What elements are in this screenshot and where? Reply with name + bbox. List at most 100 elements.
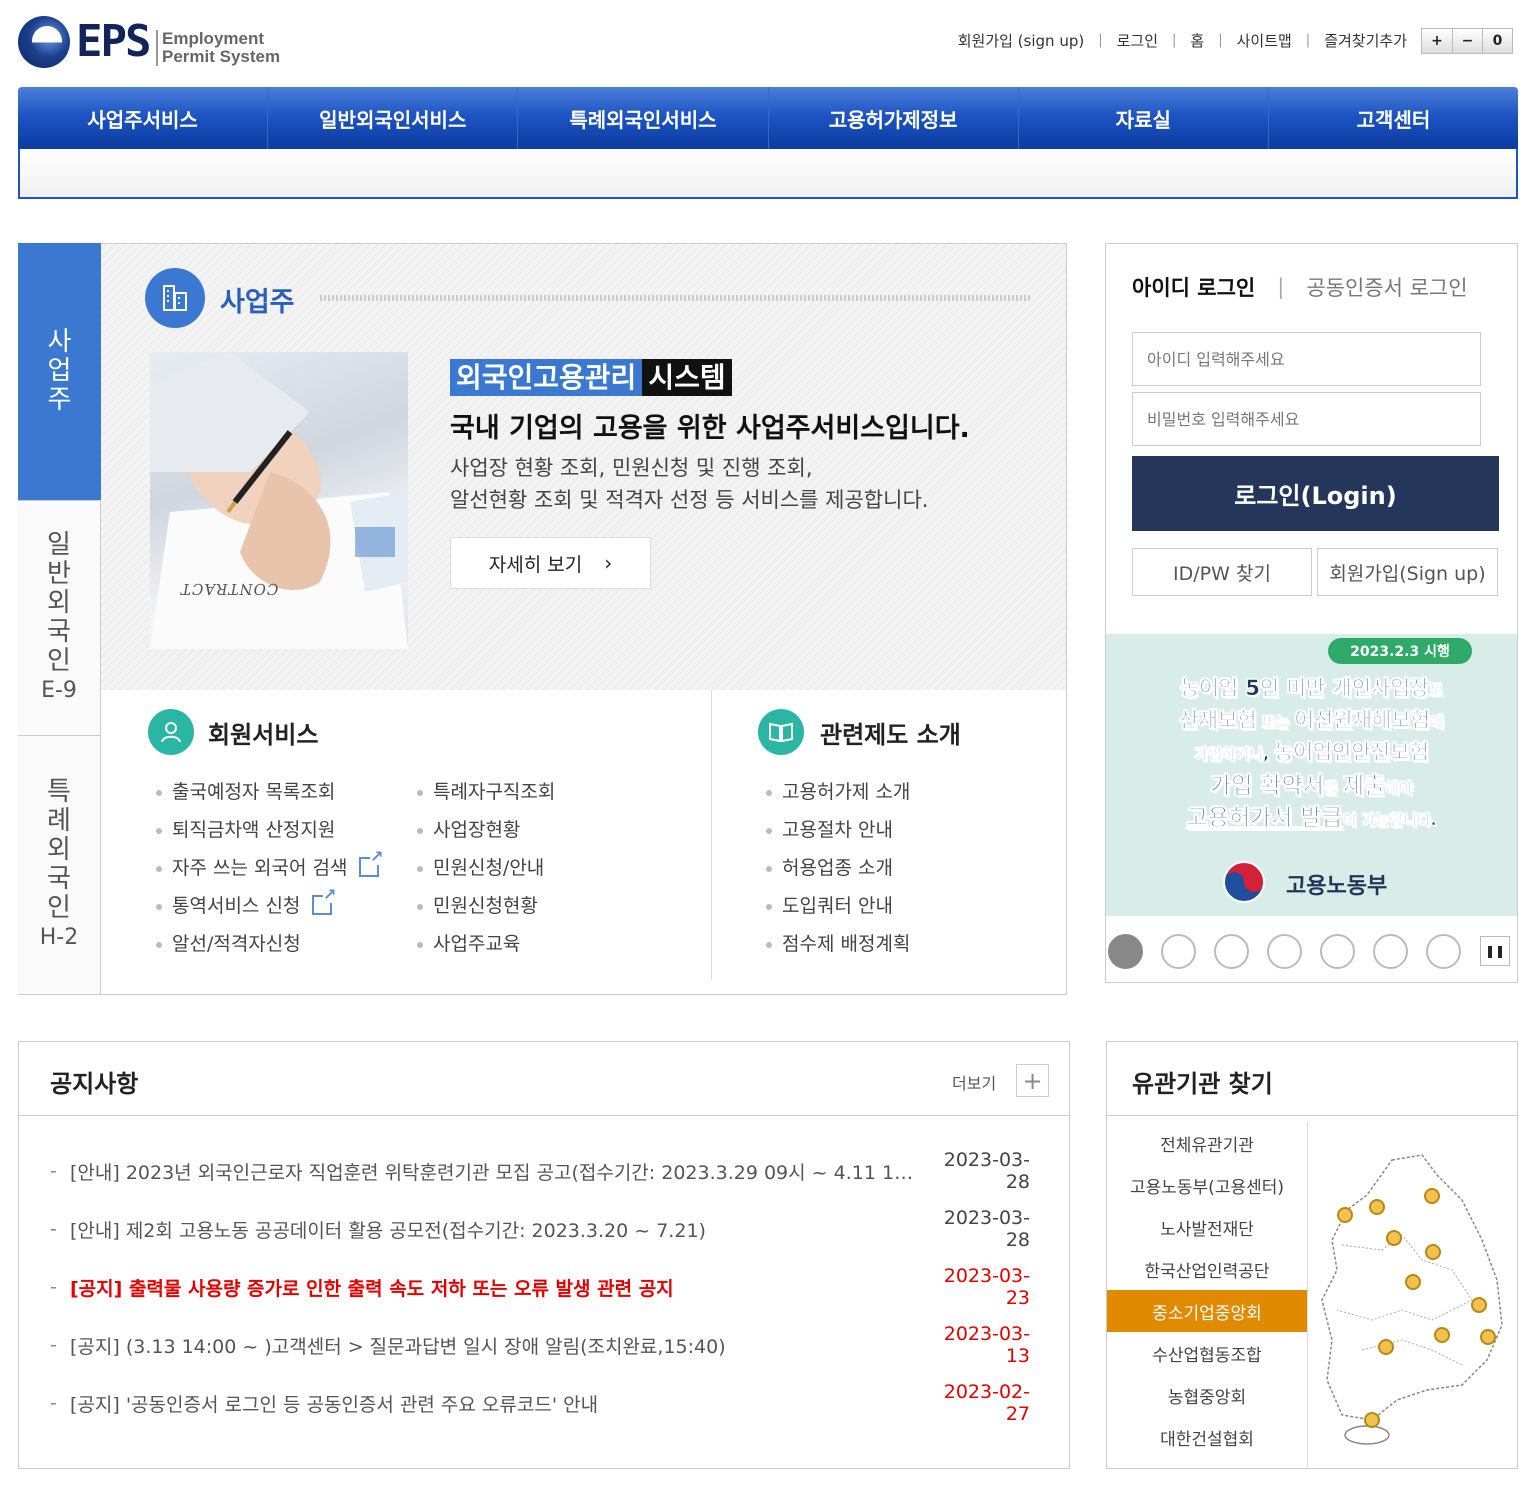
agency-item-selected[interactable]: 중소기업중앙회 xyxy=(1107,1290,1307,1332)
zoom-in-button[interactable]: + xyxy=(1422,29,1452,53)
agency-item[interactable]: 한국산업인력공단 xyxy=(1107,1248,1307,1290)
notice-title: 공지사항 xyxy=(50,1070,139,1098)
list-item[interactable]: 점수제 배정계획 xyxy=(766,925,910,963)
list-item[interactable]: 허용업종 소개 xyxy=(766,849,910,887)
agency-item[interactable]: 전체유관기관 xyxy=(1107,1122,1307,1164)
login-link[interactable]: 로그인 xyxy=(1117,30,1158,51)
side-tab-e9[interactable]: 일 반 외 국 인 E-9 xyxy=(18,501,101,736)
nav-library[interactable]: 자료실 xyxy=(1019,87,1269,149)
member-list-2: 특례자구직조회 사업장현황 민원신청/안내 민원신청현황 사업주교육 xyxy=(417,773,555,963)
list-item[interactable]: 민원신청현황 xyxy=(417,887,555,925)
notice-row[interactable]: - [공지] '공동인증서 로그인 등 공동인증서 관련 주요 오류코드' 안내 2… xyxy=(50,1381,1030,1425)
agency-item[interactable]: 노사발전재단 xyxy=(1107,1206,1307,1248)
eps-logo[interactable]: EPS Employment Permit System xyxy=(18,12,288,72)
agency-item[interactable]: 수산업협동조합 xyxy=(1107,1332,1307,1374)
user-icon xyxy=(148,709,194,755)
list-item[interactable]: 민원신청/안내 xyxy=(417,849,555,887)
sitemap-link[interactable]: 사이트맵 xyxy=(1237,30,1292,51)
logo-subtitle: Employment Permit System xyxy=(156,30,280,66)
side-tab-employer[interactable]: 사업주 xyxy=(18,243,101,501)
banner-line: 산재보험 또는 어선원재해보험에 xyxy=(1179,708,1444,733)
sub-nav-bar xyxy=(18,149,1518,199)
agency-title: 유관기관 찾기 xyxy=(1132,1070,1273,1098)
list-item[interactable]: 출국예정자 목록조회 xyxy=(156,773,379,811)
zoom-out-button[interactable]: − xyxy=(1452,29,1482,53)
banner-date-badge: 2023.2.3 시행 xyxy=(1328,638,1472,664)
logo-mark-icon xyxy=(18,16,70,68)
pager-dot[interactable] xyxy=(1426,934,1461,969)
ministry-emblem-icon xyxy=(1214,860,1274,904)
home-link[interactable]: 홈 xyxy=(1190,30,1204,51)
notice-row[interactable]: - [공지] (3.13 14:00 ~ )고객센터 > 질문과답변 일시 장애 … xyxy=(50,1323,1030,1367)
banner-pager xyxy=(1108,934,1479,969)
agency-item[interactable]: 농협중앙회 xyxy=(1107,1374,1307,1416)
agency-item[interactable]: 고용노동부(고용센터) xyxy=(1107,1164,1307,1206)
zoom-reset-button[interactable]: 0 xyxy=(1482,29,1512,53)
login-tabs: 아이디 로그인 | 공동인증서 로그인 xyxy=(1132,272,1468,302)
korea-map[interactable] xyxy=(1312,1150,1512,1450)
logo-text: EPS xyxy=(76,16,151,67)
list-item[interactable]: 특례자구직조회 xyxy=(417,773,555,811)
list-item[interactable]: 알선/적격자신청 xyxy=(156,925,379,963)
list-item[interactable]: 고용허가제 소개 xyxy=(766,773,910,811)
find-idpw-button[interactable]: ID/PW 찾기 xyxy=(1132,548,1312,596)
hero-subheading: 국내 기업의 고용을 위한 사업주서비스입니다. xyxy=(450,413,970,444)
pager-dot[interactable] xyxy=(1320,934,1355,969)
system-list: 고용허가제 소개 고용절차 안내 허용업종 소개 도입쿼터 안내 점수제 배정계… xyxy=(766,773,910,963)
id-input[interactable] xyxy=(1132,332,1481,386)
banner-line: 농어업 5인 미만 개인사업장도 xyxy=(1180,676,1443,701)
nav-general-foreigner[interactable]: 일반외국인서비스 xyxy=(268,87,519,149)
column-divider xyxy=(711,690,712,980)
system-intro-title: 관련제도 소개 xyxy=(820,721,961,749)
list-item[interactable]: 사업주교육 xyxy=(417,925,555,963)
photo-caption: CONTRACT xyxy=(178,580,281,598)
agency-list: 전체유관기관 고용노동부(고용센터) 노사발전재단 한국산업인력공단 중소기업중… xyxy=(1107,1122,1308,1468)
member-list-1: 출국예정자 목록조회 퇴직금차액 산정지원 자주 쓰는 외국어 검색 통역서비스… xyxy=(156,773,384,963)
book-icon xyxy=(758,709,804,755)
member-service-title: 회원서비스 xyxy=(208,721,319,749)
list-item[interactable]: 자주 쓰는 외국어 검색 xyxy=(156,849,384,887)
notice-header xyxy=(18,1041,1070,1116)
tab-cert-login[interactable]: 공동인증서 로그인 xyxy=(1306,272,1467,302)
banner-line: 가입 확약서를 제출해야 xyxy=(1210,773,1413,800)
notice-row[interactable]: - [안내] 2023년 외국인근로자 직업훈련 위탁훈련기관 모집 공고(접수기… xyxy=(50,1149,1030,1193)
zoom-controls: + − 0 xyxy=(1421,28,1513,54)
pager-dot[interactable] xyxy=(1267,934,1302,969)
side-tab-h2[interactable]: 특 례 외 국 인 H-2 xyxy=(18,736,101,995)
plus-icon[interactable]: + xyxy=(1016,1064,1049,1097)
banner-line: 고용허가서 발급이 가능합니다. xyxy=(1186,805,1437,832)
section-title: 사업주 xyxy=(220,287,295,318)
ministry-name: 고용노동부 xyxy=(1286,874,1388,899)
main-nav: 사업주서비스 일반외국인서비스 특례외국인서비스 고용허가제정보 자료실 고객센… xyxy=(18,87,1518,149)
signup-button[interactable]: 회원가입(Sign up) xyxy=(1317,548,1498,596)
password-input[interactable] xyxy=(1132,392,1481,446)
list-item[interactable]: 퇴직금차액 산정지원 xyxy=(156,811,379,849)
nav-eps-info[interactable]: 고용허가제정보 xyxy=(769,87,1019,149)
list-item[interactable]: 도입쿼터 안내 xyxy=(766,887,910,925)
nav-special-foreigner[interactable]: 특례외국인서비스 xyxy=(518,87,769,149)
pager-dot[interactable] xyxy=(1108,934,1143,969)
notice-row[interactable]: - [안내] 제2회 고용노동 공공데이터 활용 공모전(접수기간: 2023.3… xyxy=(50,1207,1030,1251)
external-link-icon xyxy=(359,849,384,877)
tab-id-login[interactable]: 아이디 로그인 xyxy=(1132,272,1255,302)
view-more-button[interactable]: 자세히 보기 › xyxy=(450,537,651,589)
nav-customer-center[interactable]: 고객센터 xyxy=(1269,87,1518,149)
list-item[interactable]: 고용절차 안내 xyxy=(766,811,910,849)
pager-dot[interactable] xyxy=(1161,934,1196,969)
hero-description: 사업장 현황 조회, 민원신청 및 진행 조회, 알선현황 조회 및 적격자 선… xyxy=(450,456,929,512)
title-divider xyxy=(320,295,1030,301)
notice-more-link[interactable]: 더보기 xyxy=(952,1070,996,1094)
notice-row[interactable]: - [공지] 출력물 사용량 증가로 인한 출력 속도 저하 또는 오류 발생 관… xyxy=(50,1265,1030,1309)
pause-icon[interactable]: ❚❚ xyxy=(1480,936,1510,966)
external-link-icon xyxy=(312,887,337,915)
pager-dot[interactable] xyxy=(1373,934,1408,969)
hero-heading: 외국인고용관리 시스템 xyxy=(450,356,732,396)
list-item[interactable]: 통역서비스 신청 xyxy=(156,887,379,925)
nav-employer-service[interactable]: 사업주서비스 xyxy=(18,87,269,149)
login-button[interactable]: 로그인(Login) xyxy=(1132,456,1499,531)
list-item[interactable]: 사업장현황 xyxy=(417,811,555,849)
pager-dot[interactable] xyxy=(1214,934,1249,969)
bookmark-link[interactable]: 즐겨찾기추가 xyxy=(1324,30,1407,51)
signup-link[interactable]: 회원가입 (sign up) xyxy=(958,30,1084,51)
agency-item[interactable]: 대한건설협회 xyxy=(1107,1416,1307,1458)
